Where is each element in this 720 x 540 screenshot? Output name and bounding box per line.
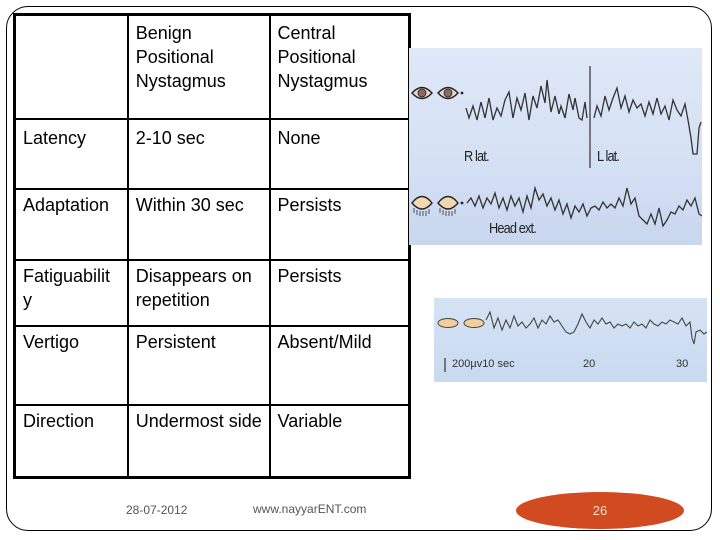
table-row: Direction Undermost side Variable: [13, 404, 411, 479]
header-cell-benign: Benign Positional Nystagmus: [126, 13, 271, 120]
open-eye-icon: [437, 86, 459, 100]
page-number-badge: 26: [516, 492, 684, 529]
row-label: Vertigo: [13, 325, 129, 406]
label-l-lat: L lat.: [597, 148, 620, 165]
row-label: Adaptation: [13, 188, 129, 261]
closed-eye-icon: [411, 195, 433, 216]
trace-eyes-closed: [485, 310, 707, 345]
row-label: Direction: [13, 404, 129, 479]
label-head-ext: Head ext.: [489, 220, 537, 237]
closed-eye-icon: [437, 318, 459, 328]
nystagmus-trace-svg: [411, 66, 702, 228]
label-tick-30: 30: [676, 358, 689, 370]
header-benign-line2: Positional: [135, 47, 214, 67]
nystagmus-trace-figure: R lat. L lat. Head ext.: [409, 48, 702, 245]
row-label: Latency: [13, 118, 129, 190]
cell-central: Persists: [268, 188, 411, 261]
footer-date: 28-07-2012: [126, 503, 188, 517]
cell-benign: Undermost side: [126, 404, 271, 479]
header-central-line3: Nystagmus: [277, 71, 368, 91]
header-cell-central: Central Positional Nystagmus: [268, 13, 411, 120]
cell-central: None: [268, 118, 411, 190]
table-row: Latency 2-10 sec None: [13, 118, 411, 190]
cell-central: Variable: [268, 404, 411, 479]
trace-l-lat: [593, 85, 702, 155]
open-eye-icon: [411, 86, 433, 100]
trace-r-lat: [465, 79, 588, 122]
label-r-lat: R lat.: [464, 148, 490, 165]
cell-benign: Within 30 sec: [126, 188, 271, 261]
closed-eye-icon: [437, 195, 459, 216]
header-central-line2: Positional: [277, 47, 356, 67]
eyes-closed-trace-figure: 200µv10 sec 20 30: [434, 298, 707, 382]
table-row: Adaptation Within 30 sec Persists: [13, 188, 411, 261]
cell-benign: Disappears on repetition: [126, 259, 271, 327]
table-row: Vertigo Persistent Absent/Mild: [13, 325, 411, 406]
table-row: Fatiguabilit y Disappears on repetition P…: [13, 259, 411, 327]
page-number: 26: [592, 503, 608, 518]
cell-benign: Persistent: [126, 325, 271, 406]
header-central-line1: Central: [277, 23, 336, 43]
header-benign-line3: Nystagmus: [135, 71, 226, 91]
header-benign-line1: Benign: [135, 23, 192, 43]
label-scale: 200µv10 sec: [452, 358, 515, 370]
header-cell-empty: [13, 13, 129, 120]
closed-eye-icon: [463, 318, 485, 328]
comparison-table: Benign Positional Nystagmus Central Posi…: [13, 13, 411, 479]
row-label-text: Fatiguabilit y: [23, 266, 111, 310]
cell-central: Absent/Mild: [268, 325, 411, 406]
table-header-row: Benign Positional Nystagmus Central Posi…: [13, 13, 411, 120]
label-tick-20: 20: [583, 358, 596, 370]
cell-central: Persists: [268, 259, 411, 327]
cell-benign: 2-10 sec: [126, 118, 271, 190]
row-label: Fatiguabilit y: [13, 259, 129, 327]
footer-url: www.nayyarENT.com: [253, 502, 367, 516]
